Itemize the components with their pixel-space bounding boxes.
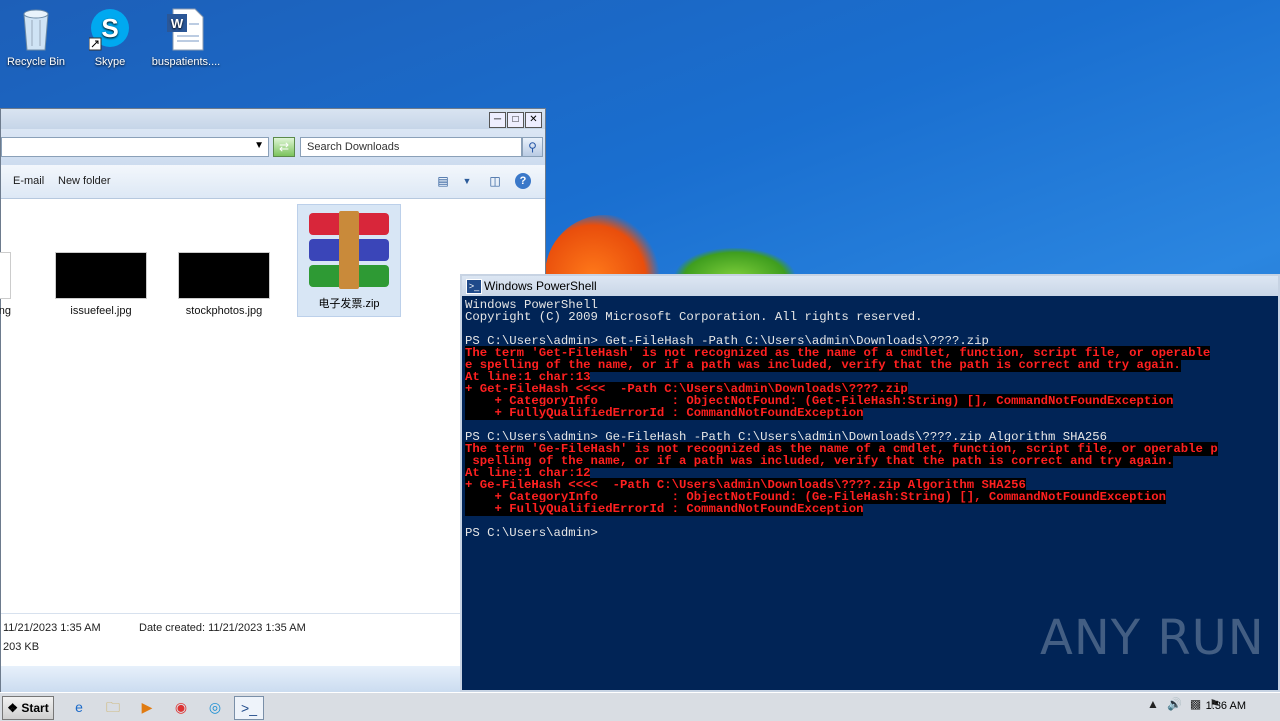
file-thumbnail <box>55 252 147 299</box>
details-footer <box>1 666 461 692</box>
address-bar[interactable]: ▼ <box>1 137 269 157</box>
search-button[interactable]: ⚲ <box>522 137 543 157</box>
file-thumbnail <box>178 252 270 299</box>
file-item-selected[interactable]: 电子发票.zip <box>297 204 401 317</box>
preview-pane-icon[interactable]: ◫ <box>487 173 503 189</box>
console-error-text: + FullyQualifiedErrorId : CommandNotFoun… <box>465 406 864 420</box>
explorer-toolbar: E-mail New folder ▤ ▼ ◫ ? <box>1 165 545 199</box>
desktop-icon-recycle-bin[interactable]: Recycle Bin <box>0 6 76 68</box>
start-button[interactable]: ❖ Start <box>2 696 54 720</box>
date-modified: 11/21/2023 1:35 AM <box>3 622 101 634</box>
date-created: Date created: 11/21/2023 1:35 AM <box>139 622 306 634</box>
views-icon[interactable]: ▤ <box>435 173 451 189</box>
svg-text:S: S <box>101 13 118 43</box>
chevron-up-icon[interactable]: ▲ <box>1147 697 1159 711</box>
console-text: PS C:\Users\admin> <box>465 526 598 540</box>
close-button[interactable]: ✕ <box>525 112 542 128</box>
refresh-icon: ⇄ <box>278 140 290 154</box>
window-title: Windows PowerShell <box>484 279 597 293</box>
details-pane: 11/21/2023 1:35 AM Date created: 11/21/2… <box>1 613 461 692</box>
file-size: 203 KB <box>3 641 40 653</box>
volume-icon[interactable]: 🔊 <box>1167 697 1182 711</box>
chevron-down-icon[interactable]: ▼ <box>459 173 475 189</box>
clock[interactable]: 1:36 AM <box>1206 700 1246 712</box>
recycle-bin-icon <box>15 6 57 52</box>
search-input[interactable]: Search Downloads <box>300 137 522 157</box>
file-thumbnail <box>0 252 11 299</box>
email-button[interactable]: E-mail <box>13 175 44 187</box>
taskbar: ❖ Start e 🗀 ▶ ◉ ◎ >_ ▲ 🔊 ▩ ⚑ 1:36 AM <box>0 692 1280 721</box>
winrar-archive-icon <box>305 211 393 291</box>
maximize-button[interactable]: □ <box>507 112 524 128</box>
desktop-icon-skype[interactable]: S Skype <box>70 6 150 68</box>
svg-text:W: W <box>171 16 184 31</box>
file-item[interactable]: ng <box>0 206 11 317</box>
chevron-down-icon[interactable]: ▼ <box>254 140 264 151</box>
file-item[interactable]: issuefeel.jpg <box>49 206 153 317</box>
desktop-icon-label: Recycle Bin <box>6 56 66 68</box>
console-line: Copyright (C) 2009 Microsoft Corporation… <box>465 311 1278 323</box>
media-player-icon[interactable]: ▶ <box>134 696 160 718</box>
desktop-icon-label: buspatients.... <box>151 56 221 68</box>
powershell-titlebar[interactable]: >_ Windows PowerShell <box>462 276 1278 296</box>
skype-icon: S <box>88 6 131 52</box>
file-name: 电子发票.zip <box>318 298 380 310</box>
powershell-icon: >_ <box>466 279 482 294</box>
file-name: issuefeel.jpg <box>70 305 132 317</box>
powershell-taskbar-button[interactable]: >_ <box>234 696 264 720</box>
refresh-button[interactable]: ⇄ <box>273 137 295 157</box>
new-folder-button[interactable]: New folder <box>58 175 111 187</box>
help-icon[interactable]: ? <box>515 173 531 189</box>
file-explorer-icon[interactable]: 🗀 <box>100 696 126 718</box>
network-icon[interactable]: ▩ <box>1190 697 1201 711</box>
start-label: Start <box>21 701 49 715</box>
file-name: stockphotos.jpg <box>185 305 263 317</box>
desktop-icon-label: Skype <box>94 56 126 68</box>
chrome-icon[interactable]: ◉ <box>168 696 194 718</box>
console-error-text: + FullyQualifiedErrorId : CommandNotFoun… <box>465 502 864 516</box>
edge-icon[interactable]: ◎ <box>202 696 228 718</box>
console-line: + FullyQualifiedErrorId : CommandNotFoun… <box>465 502 1278 516</box>
word-document-icon: W <box>165 6 207 52</box>
file-name: ng <box>0 305 11 317</box>
search-icon: ⚲ <box>528 140 537 154</box>
desktop-icon-word-doc[interactable]: W buspatients.... <box>146 6 226 68</box>
explorer-titlebar[interactable]: ─ □ ✕ <box>1 109 545 129</box>
address-bar-row: ▼ ⇄ Search Downloads ⚲ <box>1 129 545 165</box>
minimize-button[interactable]: ─ <box>489 112 506 128</box>
windows-logo-icon: ❖ <box>7 701 19 715</box>
internet-explorer-icon[interactable]: e <box>66 696 92 718</box>
file-item[interactable]: stockphotos.jpg <box>172 206 276 317</box>
console-line: + FullyQualifiedErrorId : CommandNotFoun… <box>465 406 1278 420</box>
watermark: ANY RUN <box>1040 610 1265 666</box>
console-line: PS C:\Users\admin> <box>465 527 1278 539</box>
console-text: Copyright (C) 2009 Microsoft Corporation… <box>465 310 923 324</box>
